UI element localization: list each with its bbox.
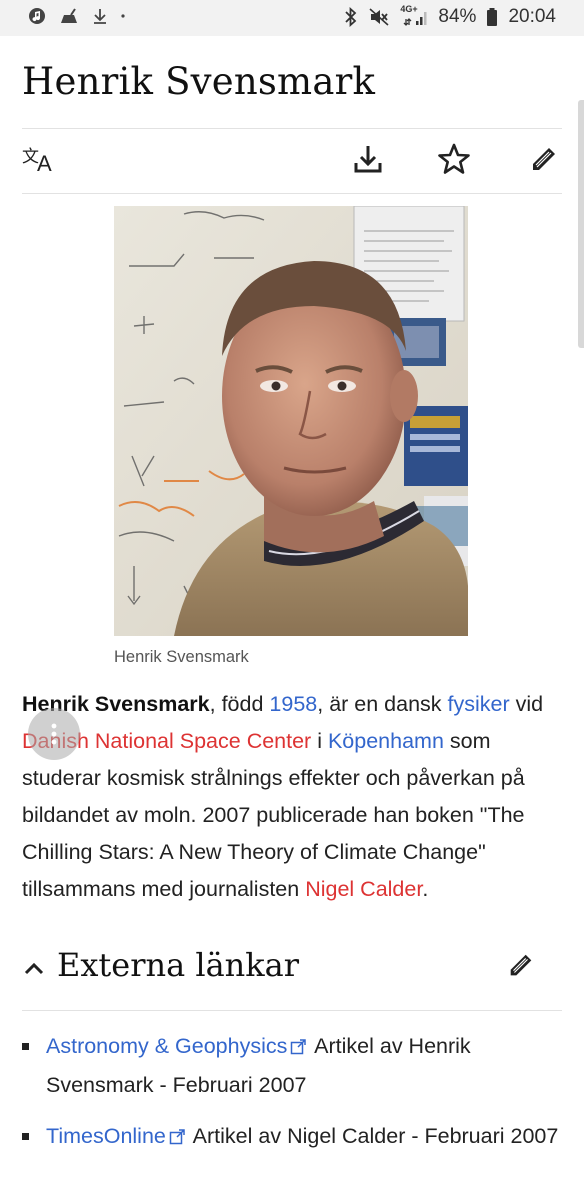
- cleaner-icon: [58, 7, 80, 25]
- network-type: 4G+: [400, 4, 418, 14]
- external-links-list: Astronomy & Geophysics Artikel av Henrik…: [22, 1028, 567, 1171]
- link-astronomy-geophysics[interactable]: Astronomy & Geophysics: [46, 1034, 287, 1058]
- download-icon: [352, 143, 384, 180]
- watch-star-button[interactable]: [436, 143, 472, 179]
- star-icon: [437, 142, 471, 181]
- bullet: [22, 1133, 29, 1140]
- mute-icon: [368, 7, 390, 27]
- language-button[interactable]: 文 A: [22, 143, 58, 179]
- intro-text: som studerar kosmisk strålnings effekter…: [22, 729, 525, 901]
- list-item-text: Artikel av Nigel Calder - Februari 2007: [187, 1124, 559, 1148]
- dot-icon: [120, 13, 126, 19]
- link-kopenhamn[interactable]: Köpenhamn: [328, 729, 444, 753]
- portrait-image[interactable]: [114, 206, 468, 636]
- section-title: Externa länkar: [57, 946, 300, 984]
- floating-menu-handle[interactable]: [28, 708, 80, 760]
- signal-icon: 4G+: [400, 4, 428, 27]
- scrollbar[interactable]: [578, 100, 584, 348]
- battery-percent: 84%: [438, 6, 477, 27]
- page-actions-toolbar: 文 A: [22, 128, 562, 194]
- svg-text:A: A: [37, 151, 52, 173]
- intro-text: vid: [509, 692, 544, 716]
- bullet: [22, 1043, 29, 1050]
- intro-text: i: [311, 729, 328, 753]
- translate-icon: 文 A: [22, 145, 58, 178]
- link-fysiker[interactable]: fysiker: [448, 692, 510, 716]
- clock: 20:04: [508, 6, 556, 27]
- image-caption: Henrik Svensmark: [114, 648, 249, 666]
- list-item: TimesOnline Artikel av Nigel Calder - Fe…: [22, 1118, 567, 1157]
- bluetooth-icon: [344, 7, 358, 27]
- edit-pencil-icon: [528, 143, 560, 180]
- edit-page-button[interactable]: [526, 143, 562, 179]
- page-title: Henrik Svensmark: [22, 60, 376, 103]
- section-edit-pencil-icon[interactable]: [506, 950, 538, 982]
- battery-icon: [486, 7, 498, 27]
- chevron-up-icon[interactable]: [22, 957, 46, 981]
- section-header-externa-lankar[interactable]: Externa länkar: [22, 940, 562, 1011]
- link-timesonline[interactable]: TimesOnline: [46, 1124, 166, 1148]
- link-nigel-calder[interactable]: Nigel Calder: [305, 877, 422, 901]
- download-status-icon: [92, 7, 108, 25]
- music-note-icon: [28, 7, 46, 25]
- link-1958[interactable]: 1958: [269, 692, 317, 716]
- external-link-icon: [169, 1120, 185, 1157]
- external-link-icon: [290, 1030, 307, 1067]
- intro-paragraph: Henrik Svensmark, född 1958, är en dansk…: [22, 686, 567, 908]
- list-item: Astronomy & Geophysics Artikel av Henrik…: [22, 1028, 567, 1104]
- intro-text: , född: [209, 692, 270, 716]
- status-bar: 4G+ 84% 20:04: [0, 0, 584, 36]
- intro-text: .: [422, 877, 429, 901]
- intro-text: , är en dansk: [317, 692, 448, 716]
- download-button[interactable]: [350, 143, 386, 179]
